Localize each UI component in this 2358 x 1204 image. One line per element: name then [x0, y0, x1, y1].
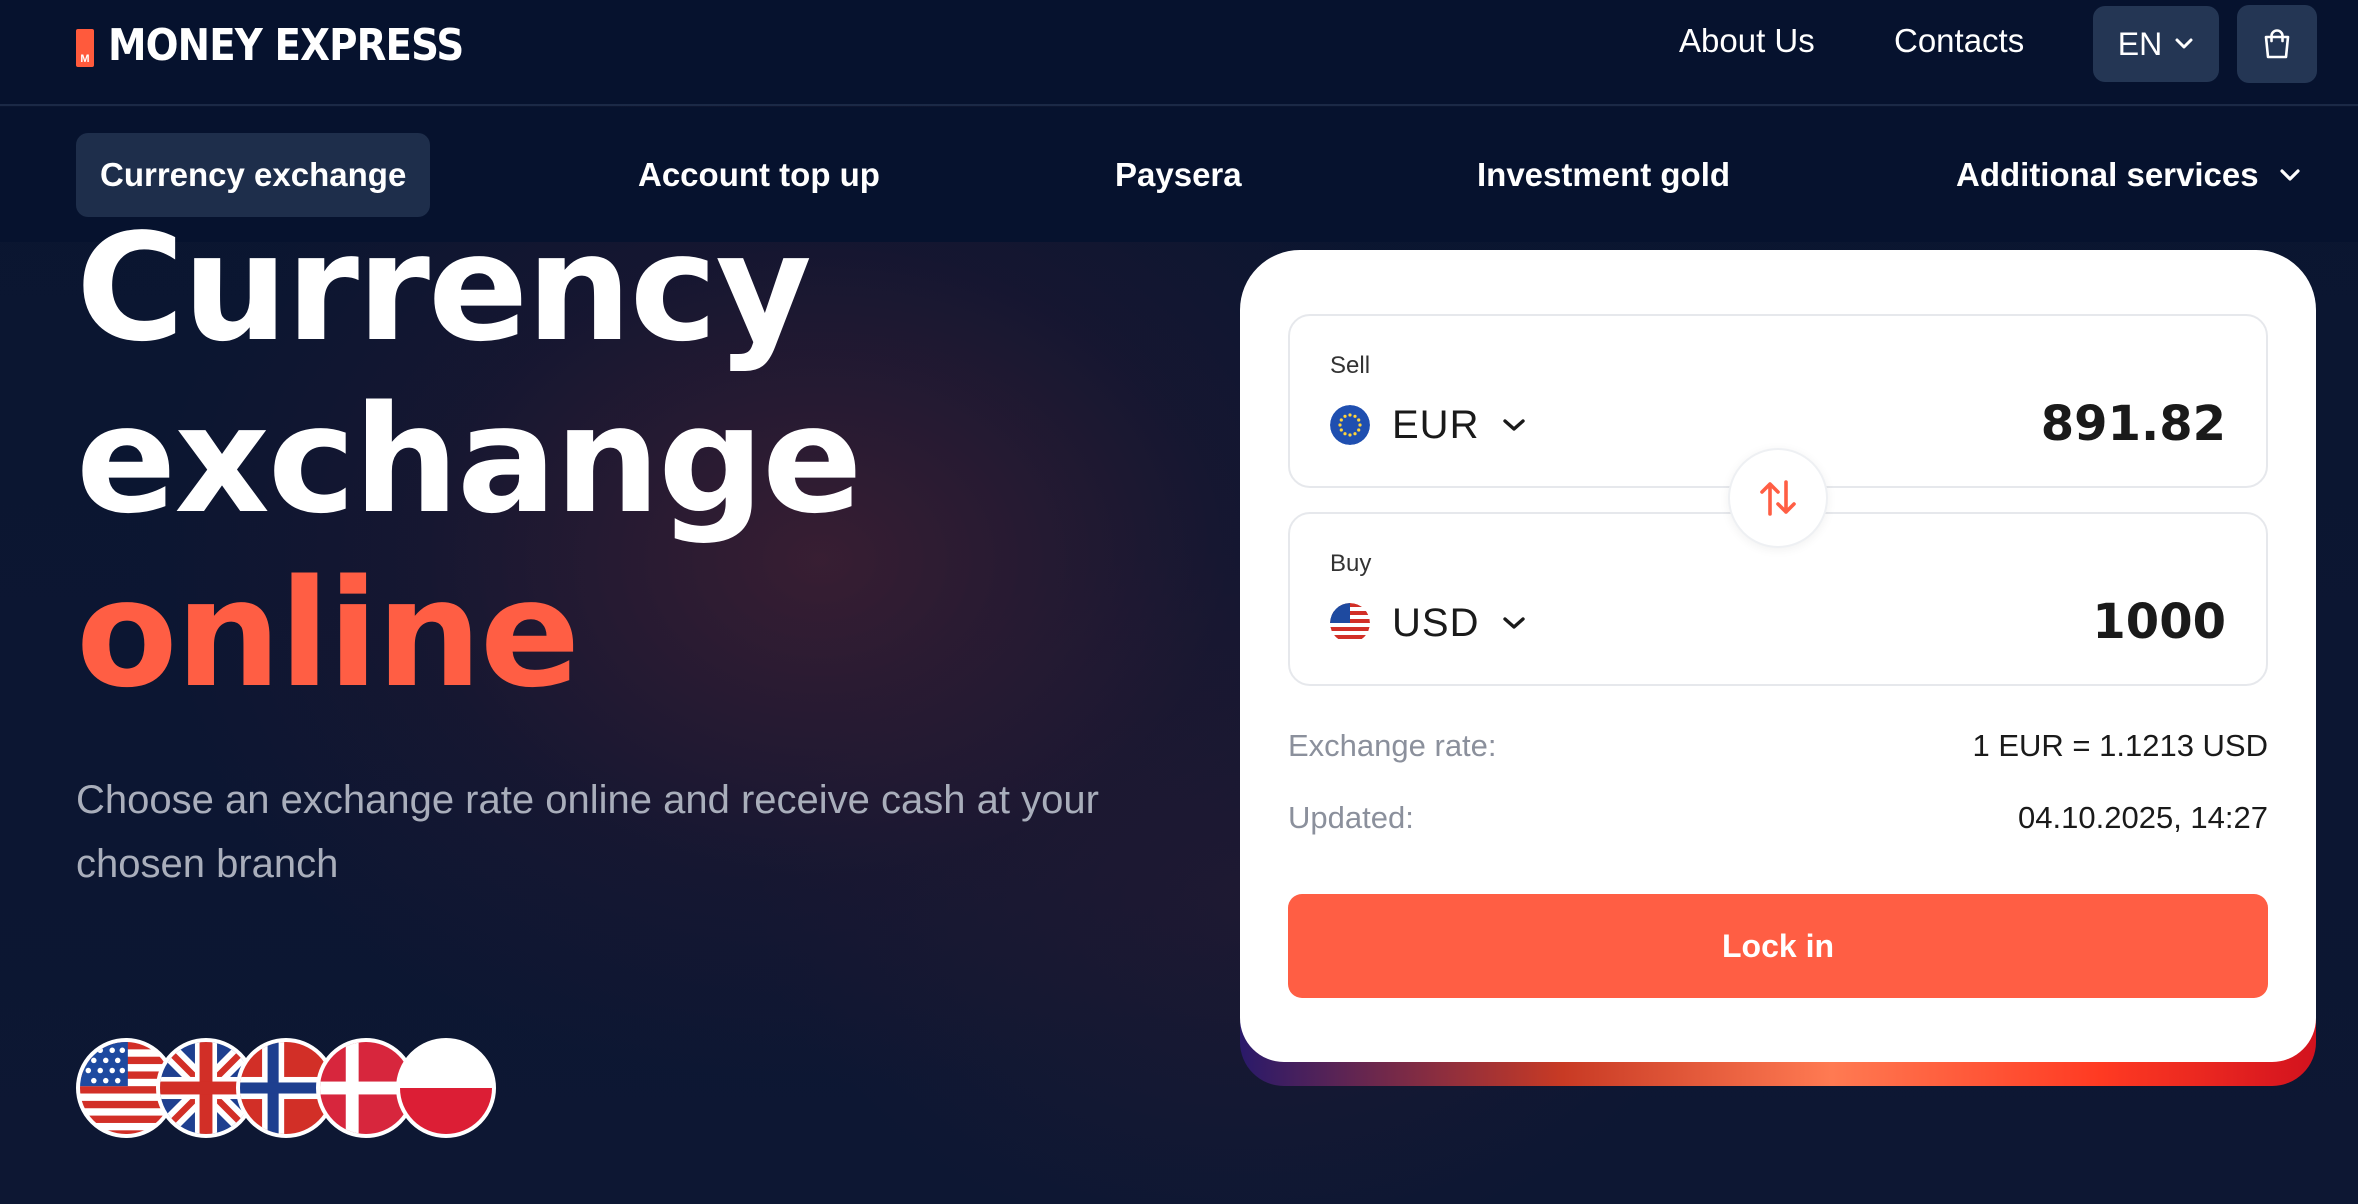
- us-flag-icon: [1330, 603, 1370, 643]
- updated-label: Updated:: [1288, 800, 1414, 835]
- exchange-rate-label: Exchange rate:: [1288, 728, 1497, 763]
- chevron-down-icon: [1503, 617, 1526, 629]
- hero-subtitle: Choose an exchange rate online and recei…: [76, 778, 1099, 886]
- updated-row: Updated: 04.10.2025, 14:27: [1288, 800, 2268, 836]
- chevron-down-icon: [1503, 419, 1526, 431]
- buy-currency-select[interactable]: USD: [1330, 600, 1527, 646]
- eu-flag-icon: [1330, 405, 1370, 445]
- cart-icon: [2264, 29, 2290, 59]
- top-bar: M MONEY EXPRESS About Us Contacts EN: [0, 0, 2358, 106]
- exchange-rate-row: Exchange rate: 1 EUR = 1.1213 USD: [1288, 728, 2268, 764]
- sell-currency-code: EUR: [1392, 402, 1480, 447]
- swap-arrows-icon: [1760, 480, 1796, 516]
- logo-mark: M: [76, 28, 94, 67]
- nav-paysera[interactable]: Paysera: [1115, 133, 1242, 217]
- buy-label: Buy: [1330, 550, 1372, 577]
- logo[interactable]: M MONEY EXPRESS: [76, 20, 512, 71]
- sell-currency-select[interactable]: EUR: [1330, 402, 1527, 448]
- logo-text: MONEY EXPRESS: [108, 20, 464, 71]
- cart-button[interactable]: [2237, 5, 2317, 83]
- contacts-link[interactable]: Contacts: [1894, 22, 2024, 60]
- sell-amount-input[interactable]: 891.82: [2041, 396, 2226, 452]
- nav-additional-services-label: Additional services: [1956, 156, 2259, 193]
- currency-flags: [76, 1038, 496, 1138]
- chevron-down-icon: [2280, 169, 2300, 181]
- hero-title-accent: online: [76, 548, 580, 720]
- buy-currency-code: USD: [1392, 600, 1480, 645]
- nav-investment-gold[interactable]: Investment gold: [1477, 133, 1730, 217]
- updated-value: 04.10.2025, 14:27: [2018, 800, 2268, 835]
- nav-additional-services[interactable]: Additional services: [1956, 133, 2301, 217]
- swap-currencies-button[interactable]: [1728, 448, 1828, 548]
- sell-label: Sell: [1330, 352, 1371, 379]
- chevron-down-icon: [2175, 38, 2193, 49]
- hero-title-line-1: Currency: [76, 202, 812, 374]
- buy-amount-input[interactable]: 1000: [2092, 594, 2226, 650]
- exchange-widget: Sell EUR 891.82 Buy USD 1000 Exchange ra…: [1240, 250, 2316, 1062]
- poland-flag-icon: [396, 1038, 496, 1138]
- lock-in-button[interactable]: Lock in: [1288, 894, 2268, 998]
- exchange-rate-value: 1 EUR = 1.1213 USD: [1972, 728, 2268, 763]
- about-us-link[interactable]: About Us: [1679, 22, 1815, 60]
- language-selector[interactable]: EN: [2093, 6, 2219, 82]
- language-label: EN: [2117, 25, 2163, 62]
- hero-title-line-2: exchange: [76, 374, 862, 546]
